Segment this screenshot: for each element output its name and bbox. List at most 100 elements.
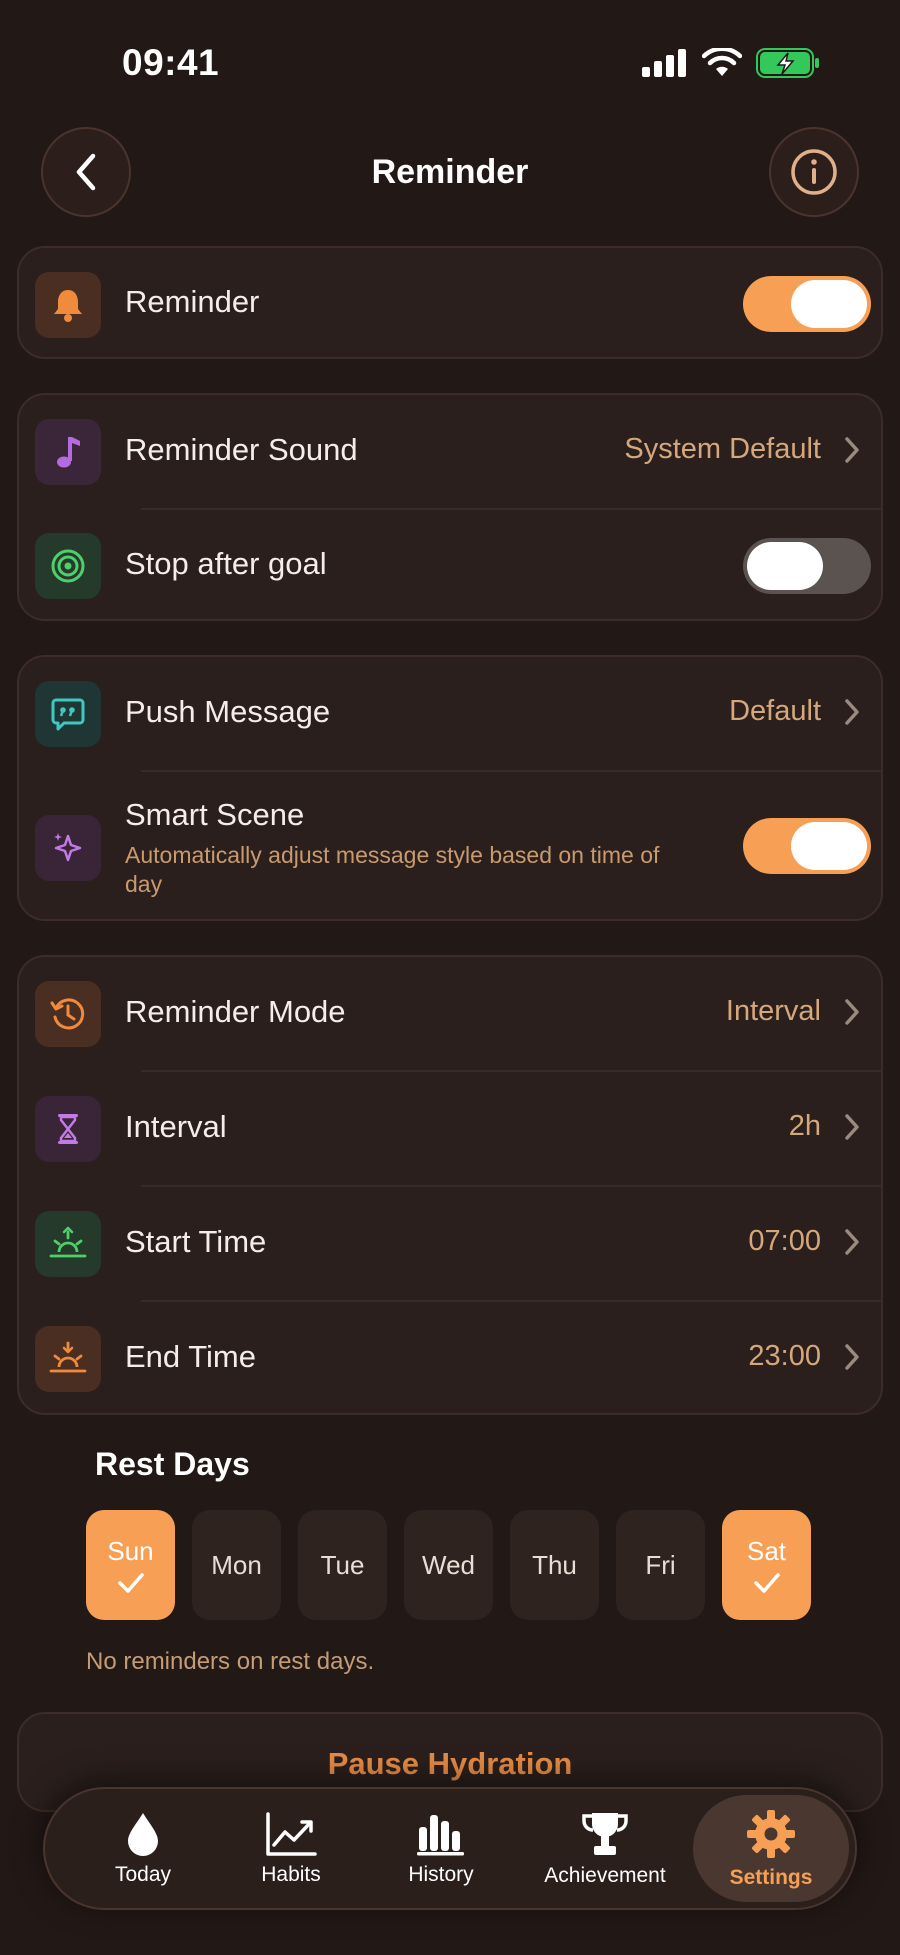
goal-icon-box [35,533,101,599]
reminder-row: Reminder [19,248,881,361]
wifi-icon [702,48,742,76]
start-time-label: Start Time [125,1224,267,1259]
chevron-right-icon [845,1344,859,1370]
day-tue[interactable]: Tue [298,1510,387,1620]
day-sat[interactable]: Sat [722,1510,811,1620]
day-fri[interactable]: Fri [616,1510,705,1620]
info-icon [791,149,837,195]
sparkles-icon [54,833,82,862]
reminder-mode-label: Reminder Mode [125,994,346,1029]
toggle-knob [747,542,823,590]
day-label: Thu [532,1549,577,1580]
reminder-toggle[interactable] [743,276,871,332]
tab-bar: Today Habits History Achievement Setting… [43,1787,857,1910]
tab-label: Habits [261,1862,321,1886]
push-message-row[interactable]: Push Message Default [19,657,881,772]
chevron-right-icon [845,999,859,1025]
sunset-icon [49,1341,87,1373]
stop-after-goal-label: Stop after goal [125,546,327,581]
day-label: Sun [107,1535,154,1566]
tab-habits[interactable]: Habits [231,1789,351,1908]
tab-today[interactable]: Today [83,1789,203,1908]
day-label: Wed [422,1549,475,1580]
status-bar: 09:41 [0,0,900,120]
quote-bubble-icon [51,698,85,731]
pause-hydration-label: Pause Hydration [327,1746,573,1781]
interval-value: 2h [788,1110,821,1142]
chevron-right-icon [845,699,859,725]
day-label: Fri [645,1549,676,1580]
day-thu[interactable]: Thu [510,1510,599,1620]
push-message-label: Push Message [125,694,331,729]
gear-icon [747,1809,795,1858]
reminder-mode-row[interactable]: Reminder Mode Interval [19,957,881,1072]
interval-label: Interval [125,1109,227,1144]
tab-settings[interactable]: Settings [693,1795,849,1902]
rest-days-selector: Sun Mon Tue Wed Thu Fri Sat [86,1510,811,1620]
rest-days-note: No reminders on rest days. [86,1648,375,1675]
tab-label: Today [114,1862,172,1886]
smart-scene-description: Automatically adjust message style based… [125,842,660,897]
chart-line-icon [266,1811,317,1856]
sound-icon-box [35,419,101,485]
battery-charging-icon [756,48,819,78]
day-sun[interactable]: Sun [86,1510,175,1620]
checkmark-icon [117,1572,144,1593]
interval-row[interactable]: Interval 2h [19,1072,881,1187]
smart-scene-toggle[interactable] [743,818,871,874]
reminder-sound-value: System Default [624,433,821,465]
start-time-icon-box [35,1211,101,1277]
tab-label: History [408,1862,474,1886]
day-label: Mon [211,1549,262,1580]
reminder-mode-value: Interval [725,995,821,1027]
reminder-card: Reminder [17,246,883,359]
stop-after-goal-row: Stop after goal [19,509,881,624]
stop-after-goal-toggle[interactable] [743,538,871,594]
header: Reminder [0,125,900,221]
music-note-icon [57,437,80,468]
status-icons [642,48,820,78]
bar-chart-icon [417,1814,464,1855]
day-mon[interactable]: Mon [192,1510,281,1620]
reminder-icon-box [35,272,101,338]
smart-scene-icon-box [35,815,101,881]
rest-days-title: Rest Days [95,1446,250,1482]
interval-icon-box [35,1096,101,1162]
reminder-mode-icon-box [35,981,101,1047]
chevron-right-icon [845,437,859,463]
start-time-row[interactable]: Start Time 07:00 [19,1187,881,1302]
day-label: Sat [746,1535,787,1566]
message-card: Push Message Default Smart Scene Automat… [17,655,883,921]
toggle-knob [791,280,867,328]
checkmark-icon [753,1572,780,1593]
hourglass-icon [58,1114,78,1144]
day-label: Tue [320,1549,365,1580]
day-wed[interactable]: Wed [404,1510,493,1620]
chevron-right-icon [845,1114,859,1140]
status-time: 09:41 [122,42,220,83]
schedule-card: Reminder Mode Interval Interval 2h Start… [17,955,883,1415]
info-button[interactable] [769,127,859,217]
tab-achievement[interactable]: Achievement [525,1789,685,1908]
end-time-icon-box [35,1326,101,1392]
smart-scene-row: Smart Scene Automatically adjust message… [19,771,881,921]
end-time-row[interactable]: End Time 23:00 [19,1302,881,1417]
smart-scene-label: Smart Scene [125,797,305,832]
reminder-sound-label: Reminder Sound [125,432,358,467]
reminder-label: Reminder [125,284,260,319]
push-message-value: Default [729,695,821,727]
tab-history[interactable]: History [381,1789,501,1908]
sound-card: Reminder Sound System Default Stop after… [17,393,883,621]
toggle-knob [791,822,867,870]
tab-label: Achievement [544,1863,666,1887]
cellular-signal-icon [642,49,686,77]
push-message-icon-box [35,681,101,747]
start-time-value: 07:00 [748,1225,821,1257]
end-time-label: End Time [125,1339,256,1374]
trophy-icon [582,1812,628,1855]
sunrise-icon [49,1226,87,1258]
tab-label: Settings [729,1865,813,1889]
chevron-right-icon [845,1229,859,1255]
reminder-sound-row[interactable]: Reminder Sound System Default [19,395,881,510]
page-title: Reminder [371,153,529,191]
